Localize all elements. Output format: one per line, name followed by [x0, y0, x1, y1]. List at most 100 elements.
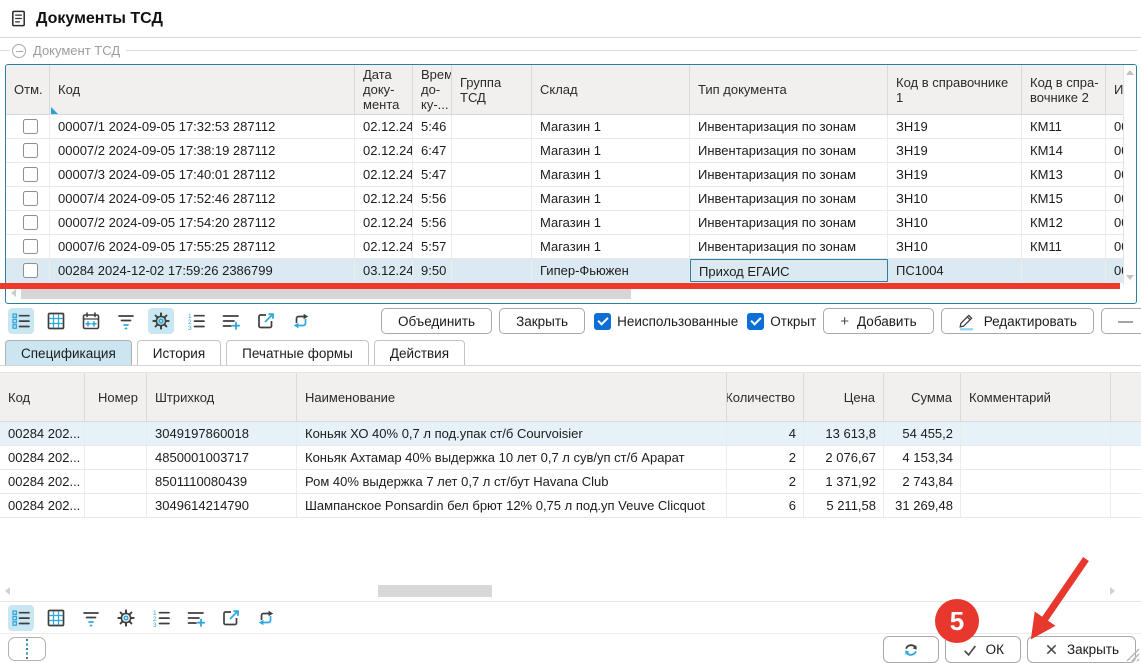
doc-cell-date: 02.12.24 [355, 115, 413, 138]
scrollbar-thumb[interactable] [378, 585, 492, 597]
edit-button[interactable]: Редактировать [941, 308, 1094, 334]
resize-grip[interactable] [1124, 646, 1140, 662]
row-checkbox[interactable] [23, 143, 38, 158]
doc-column-header-ref1[interactable]: Код в справочнике 1 [888, 65, 1022, 114]
spec-table-row[interactable]: 00284 202...3049197860018Коньяк ХО 40% 0… [0, 422, 1141, 446]
spec-column-header-number[interactable]: Номер [85, 373, 147, 421]
add-button[interactable]: + Добавить [823, 308, 933, 334]
row-checkbox[interactable] [23, 263, 38, 278]
doc-table-row[interactable]: 00284 2024-12-02 17:59:26 238679903.12.2… [6, 259, 1136, 283]
doc-table-row[interactable]: 00007/3 2024-09-05 17:40:01 28711202.12.… [6, 163, 1136, 187]
toolbar-numbered-list-button[interactable]: 123 [148, 605, 174, 631]
scroll-down-icon[interactable] [1126, 275, 1134, 280]
calendar-add-icon [81, 311, 101, 331]
doc-cell-mark [6, 259, 50, 282]
doc-column-header-time[interactable]: Врем до- ку-... [413, 65, 452, 114]
doc-table-row[interactable]: 00007/4 2024-09-05 17:52:46 28711202.12.… [6, 187, 1136, 211]
row-checkbox[interactable] [23, 215, 38, 230]
row-checkbox[interactable] [23, 167, 38, 182]
toolbar-numbered-list-button[interactable]: 123 [183, 308, 209, 334]
doc-column-header-name[interactable]: Им [1106, 65, 1124, 114]
grid-view-icon [46, 608, 66, 628]
delete-button[interactable]: — Удалить [1101, 308, 1141, 334]
toolbar-open-external-button[interactable] [218, 605, 244, 631]
scroll-up-icon[interactable] [1126, 70, 1134, 75]
open-checkbox[interactable]: Открыт [747, 313, 816, 330]
spec-column-header-comment[interactable]: Комментарий [961, 373, 1111, 421]
spec-column-header-name[interactable]: Наименование [297, 373, 727, 421]
toolbar-grid-view-button[interactable] [43, 308, 69, 334]
spec-table-row[interactable]: 00284 202...4850001003717Коньяк Ахтамар … [0, 446, 1141, 470]
doc-column-header-group[interactable]: Группа ТСД [452, 65, 532, 114]
doc-table-row[interactable]: 00007/6 2024-09-05 17:55:25 28711202.12.… [6, 235, 1136, 259]
toolbar-filter-button[interactable] [78, 605, 104, 631]
edit-button-label: Редактировать [984, 314, 1077, 329]
doc-column-header-warehouse[interactable]: Склад [532, 65, 690, 114]
merge-button-label: Объединить [398, 314, 475, 329]
spec-cell-qty: 2 [727, 470, 804, 493]
doc-cell-group [452, 115, 532, 138]
toolbar-grid-view-button[interactable] [43, 605, 69, 631]
doc-table-row[interactable]: 00007/2 2024-09-05 17:38:19 28711202.12.… [6, 139, 1136, 163]
spec-table-row[interactable]: 00284 202...3049614214790Шампанское Pons… [0, 494, 1141, 518]
doc-vertical-scrollbar[interactable] [1123, 65, 1136, 285]
spec-column-header-sum[interactable]: Сумма [884, 373, 961, 421]
doc-table-row[interactable]: 00007/1 2024-09-05 17:32:53 28711202.12.… [6, 115, 1136, 139]
toolbar-add-list-button[interactable] [218, 308, 244, 334]
toolbar-settings-button[interactable] [148, 308, 174, 334]
close-docs-button[interactable]: Закрыть [499, 308, 585, 334]
open-external-icon [256, 311, 276, 331]
doc-column-header-date[interactable]: Дата доку- мента [355, 65, 413, 114]
doc-cell-ref2: КМ11 [1022, 235, 1106, 258]
doc-column-header-doc_type[interactable]: Тип документа [690, 65, 888, 114]
unused-checkbox-label: Неиспользованные [617, 314, 738, 329]
spec-column-header-price[interactable]: Цена [804, 373, 884, 421]
spec-cell-price: 2 076,67 [804, 446, 884, 469]
x-icon [1044, 642, 1059, 657]
tab-specification[interactable]: Спецификация [5, 340, 132, 365]
toolbar-list-view-button[interactable] [8, 605, 34, 631]
spec-column-header-code[interactable]: Код [0, 373, 85, 421]
close-button[interactable]: Закрыть [1027, 636, 1136, 663]
toolbar-filter-button[interactable] [113, 308, 139, 334]
separator [0, 601, 1141, 602]
spec-column-header-qty[interactable]: Количество [727, 373, 804, 421]
spec-table-header: КодНомерШтрихкодНаименованиеКоличествоЦе… [0, 372, 1141, 422]
spec-column-header-barcode[interactable]: Штрихкод [147, 373, 297, 421]
tab-history[interactable]: История [137, 340, 221, 365]
toolbar-repeat-button[interactable] [253, 605, 279, 631]
context-menu-button[interactable] [8, 637, 46, 661]
row-checkbox[interactable] [23, 191, 38, 206]
doc-table-row[interactable]: 00007/2 2024-09-05 17:54:20 28711202.12.… [6, 211, 1136, 235]
scroll-right-icon[interactable] [1110, 587, 1115, 595]
spec-cell-barcode: 3049197860018 [147, 422, 297, 445]
row-checkbox[interactable] [23, 239, 38, 254]
doc-column-header-ref2[interactable]: Код в спра- вочнике 2 [1022, 65, 1106, 114]
toolbar-add-list-button[interactable] [183, 605, 209, 631]
doc-column-header-mark[interactable]: Отм. [6, 65, 50, 114]
toolbar-open-external-button[interactable] [253, 308, 279, 334]
collapse-icon[interactable] [12, 44, 26, 58]
row-checkbox[interactable] [23, 119, 38, 134]
toolbar-repeat-button[interactable] [288, 308, 314, 334]
scrollbar-thumb[interactable] [21, 288, 631, 299]
scroll-left-icon[interactable] [5, 587, 10, 595]
tab-actions[interactable]: Действия [374, 340, 465, 365]
toolbar-calendar-add-button[interactable] [78, 308, 104, 334]
doc-cell-ref2: КМ13 [1022, 163, 1106, 186]
doc-cell-mark [6, 139, 50, 162]
toolbar-settings-button[interactable] [113, 605, 139, 631]
spec-horizontal-scrollbar[interactable] [0, 584, 1141, 598]
doc-column-header-code[interactable]: Код [50, 65, 355, 114]
spec-table-row[interactable]: 00284 202...8501110080439Ром 40% выдержк… [0, 470, 1141, 494]
toolbar-list-view-button[interactable] [8, 308, 34, 334]
scroll-left-icon[interactable] [11, 289, 16, 297]
unused-checkbox[interactable]: Неиспользованные [594, 313, 738, 330]
spec-cell-number [85, 422, 147, 445]
doc-cell-ref2: КМ12 [1022, 211, 1106, 234]
groupbox-label: Документ ТСД [33, 43, 120, 58]
tab-print-forms[interactable]: Печатные формы [226, 340, 369, 365]
step-number: 5 [950, 606, 964, 637]
refresh-button[interactable] [883, 636, 939, 663]
merge-button[interactable]: Объединить [381, 308, 492, 334]
